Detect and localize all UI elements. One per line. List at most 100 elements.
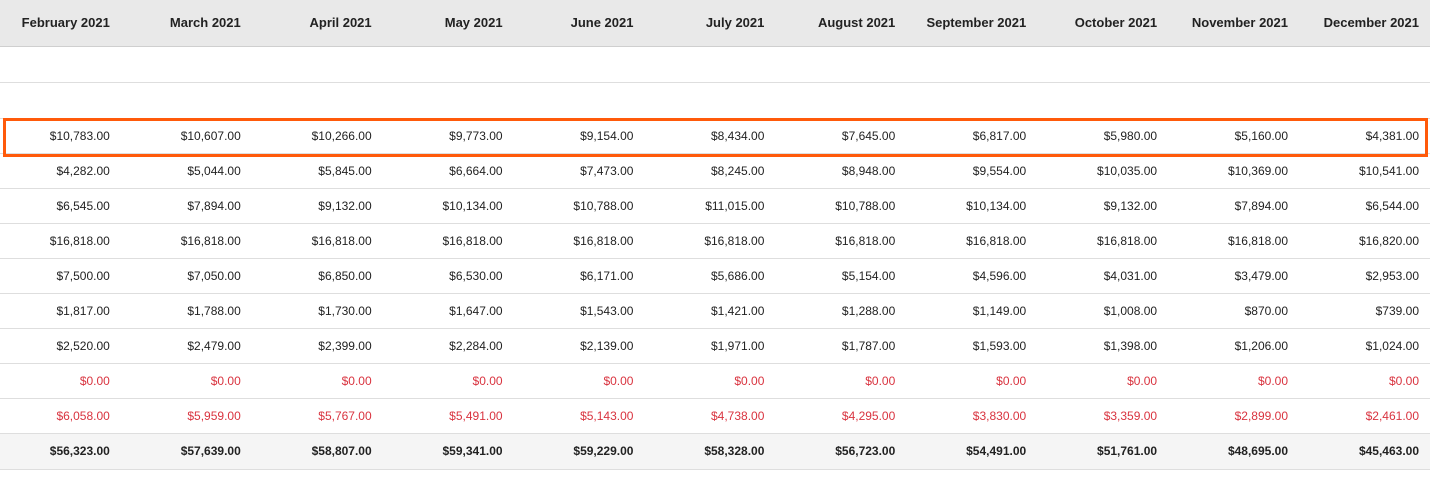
table-cell: $2,461.00 <box>1299 398 1430 434</box>
table-cell <box>644 82 776 119</box>
table-cell: $16,818.00 <box>906 223 1038 259</box>
total-cell: $51,761.00 <box>1037 433 1169 470</box>
table-cell <box>0 46 121 83</box>
table-cell: $1,008.00 <box>1037 293 1169 329</box>
table-cell: $10,266.00 <box>251 118 383 154</box>
table-cell: $16,818.00 <box>0 223 121 259</box>
table-cell: $9,554.00 <box>906 153 1038 189</box>
column-header-jun-2021[interactable]: June 2021 <box>513 0 645 47</box>
table-cell: $0.00 <box>513 363 645 399</box>
table-cell: $0.00 <box>251 363 383 399</box>
column-header-aug-2021[interactable]: August 2021 <box>775 0 907 47</box>
table-row[interactable] <box>0 46 1430 83</box>
table-cell: $10,788.00 <box>513 188 645 224</box>
table-cell: $10,134.00 <box>906 188 1038 224</box>
table-cell: $7,894.00 <box>1168 188 1299 224</box>
table-cell: $0.00 <box>120 363 252 399</box>
table-cell <box>513 82 645 119</box>
table-row[interactable] <box>0 82 1430 119</box>
table-cell <box>0 82 121 119</box>
total-cell: $56,323.00 <box>0 433 121 470</box>
table-row[interactable]: $1,817.00 $1,788.00 $1,730.00 $1,647.00 $1,5… <box>0 293 1430 329</box>
table-cell: $3,359.00 <box>1037 398 1169 434</box>
table-cell: $2,399.00 <box>251 328 383 364</box>
table-cell: $16,818.00 <box>251 223 383 259</box>
column-header-apr-2021[interactable]: April 2021 <box>251 0 383 47</box>
table-cell: $7,050.00 <box>120 258 252 294</box>
table-row[interactable]: $6,058.00 $5,959.00 $5,767.00 $5,491.00 $5,1… <box>0 398 1430 434</box>
table-cell: $0.00 <box>1168 363 1299 399</box>
table-cell: $4,282.00 <box>0 153 121 189</box>
table-cell: $16,818.00 <box>644 223 776 259</box>
column-header-mar-2021[interactable]: March 2021 <box>120 0 252 47</box>
table-body: $10,783.00 $10,607.00 $10,266.00 $9,773.00 $… <box>0 46 1430 470</box>
table-cell <box>906 46 1038 83</box>
column-header-nov-2021[interactable]: November 2021 <box>1168 0 1299 47</box>
table-cell: $6,817.00 <box>906 118 1038 154</box>
table-cell: $7,894.00 <box>120 188 252 224</box>
table-cell: $0.00 <box>382 363 514 399</box>
column-header-dec-2021[interactable]: December 2021 <box>1299 0 1430 47</box>
highlighted-table-row[interactable]: $10,783.00 $10,607.00 $10,266.00 $9,773.00 $… <box>0 118 1430 154</box>
table-cell: $0.00 <box>1037 363 1169 399</box>
table-cell: $1,288.00 <box>775 293 907 329</box>
table-cell: $11,015.00 <box>644 188 776 224</box>
table-cell: $16,820.00 <box>1299 223 1430 259</box>
table-cell: $6,544.00 <box>1299 188 1430 224</box>
table-cell: $0.00 <box>0 363 121 399</box>
table-cell: $2,953.00 <box>1299 258 1430 294</box>
table-cell: $5,959.00 <box>120 398 252 434</box>
table-cell: $1,421.00 <box>644 293 776 329</box>
table-cell: $5,154.00 <box>775 258 907 294</box>
table-cell <box>120 82 252 119</box>
column-header-oct-2021[interactable]: October 2021 <box>1037 0 1169 47</box>
total-row[interactable]: $56,323.00 $57,639.00 $58,807.00 $59,341.00… <box>0 433 1430 470</box>
table-cell: $7,500.00 <box>0 258 121 294</box>
table-row[interactable]: $4,282.00 $5,044.00 $5,845.00 $6,664.00 $7,4… <box>0 153 1430 189</box>
table-row[interactable]: $0.00 $0.00 $0.00 $0.00 $0.00 $0.00 $0.00 $0.00… <box>0 363 1430 399</box>
table-cell <box>513 46 645 83</box>
table-cell <box>775 46 907 83</box>
table-cell: $16,818.00 <box>775 223 907 259</box>
table-cell: $1,206.00 <box>1168 328 1299 364</box>
table-cell: $9,132.00 <box>251 188 383 224</box>
column-header-sep-2021[interactable]: September 2021 <box>906 0 1038 47</box>
table-row[interactable]: $2,520.00 $2,479.00 $2,399.00 $2,284.00 $2,1… <box>0 328 1430 364</box>
table-cell: $4,596.00 <box>906 258 1038 294</box>
table-cell: $1,787.00 <box>775 328 907 364</box>
total-cell: $58,807.00 <box>251 433 383 470</box>
table-cell <box>775 82 907 119</box>
column-header-feb-2021[interactable]: February 2021 <box>0 0 121 47</box>
table-cell: $5,044.00 <box>120 153 252 189</box>
table-cell <box>1299 82 1430 119</box>
table-cell: $16,818.00 <box>1037 223 1169 259</box>
table-cell: $6,171.00 <box>513 258 645 294</box>
column-header-may-2021[interactable]: May 2021 <box>382 0 514 47</box>
table-cell: $10,788.00 <box>775 188 907 224</box>
table-cell: $2,284.00 <box>382 328 514 364</box>
table-cell: $1,149.00 <box>906 293 1038 329</box>
table-cell: $1,024.00 <box>1299 328 1430 364</box>
month-header-row: February 2021 March 2021 April 2021 May … <box>0 0 1430 47</box>
monthly-forecast-table: February 2021 March 2021 April 2021 May … <box>0 0 1430 470</box>
table-row[interactable]: $6,545.00 $7,894.00 $9,132.00 $10,134.00 $10… <box>0 188 1430 224</box>
table-cell: $6,545.00 <box>0 188 121 224</box>
table-cell: $4,031.00 <box>1037 258 1169 294</box>
table-cell <box>382 46 514 83</box>
table-cell: $0.00 <box>906 363 1038 399</box>
table-cell: $1,398.00 <box>1037 328 1169 364</box>
table-cell: $1,788.00 <box>120 293 252 329</box>
total-cell: $59,341.00 <box>382 433 514 470</box>
table-cell: $2,899.00 <box>1168 398 1299 434</box>
table-cell: $2,139.00 <box>513 328 645 364</box>
table-row[interactable]: $16,818.00 $16,818.00 $16,818.00 $16,818.00… <box>0 223 1430 259</box>
table-cell <box>1168 82 1299 119</box>
table-cell: $7,645.00 <box>775 118 907 154</box>
table-cell: $1,817.00 <box>0 293 121 329</box>
table-cell: $16,818.00 <box>382 223 514 259</box>
table-row[interactable]: $7,500.00 $7,050.00 $6,850.00 $6,530.00 $6,1… <box>0 258 1430 294</box>
column-header-jul-2021[interactable]: July 2021 <box>644 0 776 47</box>
table-cell: $739.00 <box>1299 293 1430 329</box>
table-cell <box>1037 46 1169 83</box>
table-cell: $870.00 <box>1168 293 1299 329</box>
